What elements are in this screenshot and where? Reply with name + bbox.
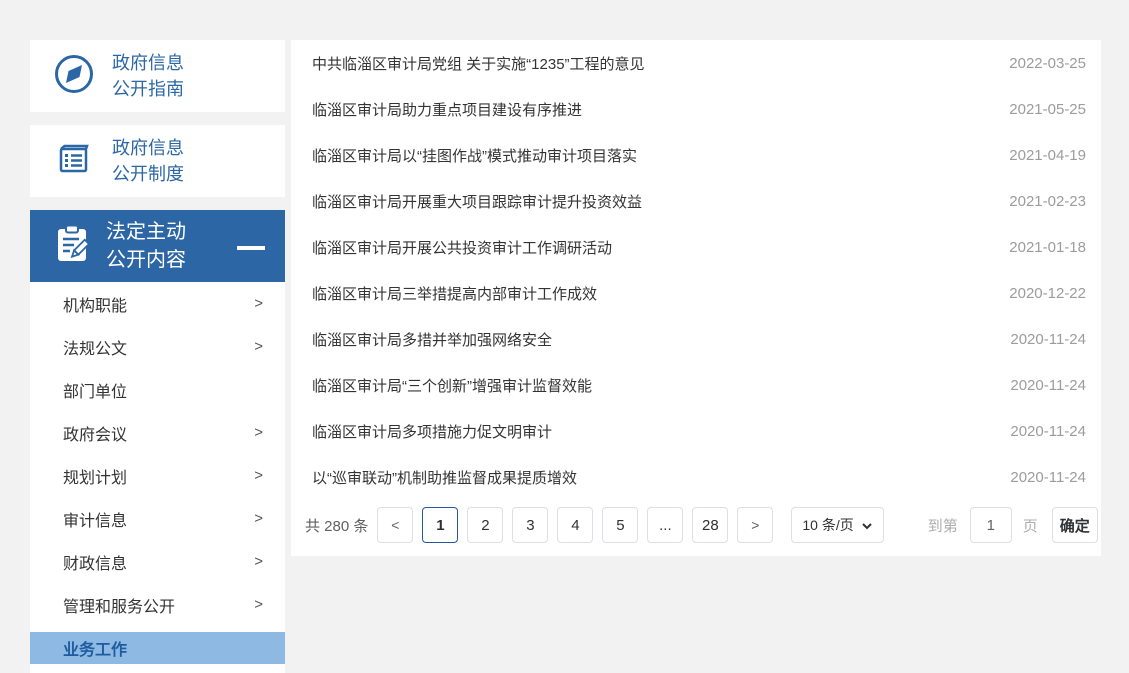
sidebar-item-regulations[interactable]: 法规公文 > [30, 325, 285, 368]
article-link[interactable]: 临淄区审计局“三个创新”增强审计监督效能 [312, 375, 592, 396]
article-date: 2020-11-24 [1010, 469, 1086, 486]
chevron-down-icon [861, 517, 873, 533]
article-date: 2020-12-22 [1009, 285, 1086, 302]
article-date: 2021-05-25 [1009, 101, 1086, 118]
clipboard-pen-icon [52, 222, 92, 271]
list-item[interactable]: 临淄区审计局以“挂图作战”模式推动审计项目落实 2021-04-19 [312, 132, 1086, 178]
sidebar-item-system[interactable]: 政府信息 公开制度 [30, 125, 285, 197]
sidebar-item-fiscal-info[interactable]: 财政信息 > [30, 540, 285, 583]
list-item[interactable]: 临淄区审计局开展重大项目跟踪审计提升投资效益 2021-02-23 [312, 178, 1086, 224]
sidebar-item-guide-label: 政府信息 公开指南 [112, 50, 184, 102]
list-item[interactable]: 中共临淄区审计局党组 关于实施“1235”工程的意见 2022-03-25 [312, 40, 1086, 86]
article-link[interactable]: 以“巡审联动”机制助推监督成果提质增效 [312, 467, 577, 488]
list-item[interactable]: 临淄区审计局“三个创新”增强审计监督效能 2020-11-24 [312, 362, 1086, 408]
article-date: 2020-11-24 [1010, 423, 1086, 440]
chevron-right-icon: > [254, 338, 263, 355]
goto-page-label: 到第 [928, 515, 958, 536]
minus-collapse-icon[interactable] [237, 246, 265, 250]
page-button-28[interactable]: 28 [692, 507, 728, 543]
article-link[interactable]: 临淄区审计局三举措提高内部审计工作成效 [312, 283, 597, 304]
article-link[interactable]: 临淄区审计局多项措施力促文明审计 [312, 421, 552, 442]
sidebar-item-management-services[interactable]: 管理和服务公开 > [30, 583, 285, 626]
article-link[interactable]: 临淄区审计局开展重大项目跟踪审计提升投资效益 [312, 191, 642, 212]
list-item[interactable]: 临淄区审计局三举措提高内部审计工作成效 2020-12-22 [312, 270, 1086, 316]
article-link[interactable]: 临淄区审计局多措并举加强网络安全 [312, 329, 552, 350]
chevron-right-icon: > [254, 424, 263, 441]
page-button-3[interactable]: 3 [512, 507, 548, 543]
total-count-label: 共 280 条 [305, 515, 368, 536]
article-link[interactable]: 临淄区审计局助力重点项目建设有序推进 [312, 99, 582, 120]
chevron-right-icon: > [254, 553, 263, 570]
sidebar-item-guide[interactable]: 政府信息 公开指南 [30, 40, 285, 112]
article-link[interactable]: 临淄区审计局开展公共投资审计工作调研活动 [312, 237, 612, 258]
page-button-5[interactable]: 5 [602, 507, 638, 543]
article-list: 中共临淄区审计局党组 关于实施“1235”工程的意见 2022-03-25 临淄… [291, 40, 1101, 500]
sidebar: 政府信息 公开指南 政府信息 公开制度 [30, 40, 285, 673]
sidebar-item-business-work[interactable]: 业务工作 [30, 632, 285, 664]
next-page-button[interactable]: > [737, 507, 773, 543]
chevron-right-icon: > [254, 467, 263, 484]
list-item[interactable]: 临淄区审计局多项措施力促文明审计 2020-11-24 [312, 408, 1086, 454]
page-button-1[interactable]: 1 [422, 507, 458, 543]
pagination-bar: 共 280 条 < 1 2 3 4 5 ... 28 > 10 条/页 到第 页… [291, 507, 1101, 543]
list-item[interactable]: 临淄区审计局助力重点项目建设有序推进 2021-05-25 [312, 86, 1086, 132]
goto-page-unit-label: 页 [1023, 515, 1038, 536]
sidebar-item-system-label: 政府信息 公开制度 [112, 135, 184, 187]
page-size-select[interactable]: 10 条/页 [791, 507, 883, 543]
article-date: 2022-03-25 [1009, 55, 1086, 72]
page-ellipsis-button[interactable]: ... [647, 507, 683, 543]
confirm-button[interactable]: 确定 [1052, 507, 1098, 543]
list-item[interactable]: 临淄区审计局开展公共投资审计工作调研活动 2021-01-18 [312, 224, 1086, 270]
sidebar-item-departments[interactable]: 部门单位 [30, 368, 285, 411]
chevron-left-icon: < [391, 517, 399, 533]
sidebar-item-gov-meetings[interactable]: 政府会议 > [30, 411, 285, 454]
chevron-right-icon: > [751, 517, 759, 533]
sidebar-item-planning[interactable]: 规划计划 > [30, 454, 285, 497]
article-link[interactable]: 临淄区审计局以“挂图作战”模式推动审计项目落实 [312, 145, 637, 166]
list-item[interactable]: 临淄区审计局多措并举加强网络安全 2020-11-24 [312, 316, 1086, 362]
article-date: 2021-01-18 [1009, 239, 1086, 256]
sidebar-item-org-functions[interactable]: 机构职能 > [30, 282, 285, 325]
article-date: 2020-11-24 [1010, 377, 1086, 394]
sidebar-item-audit-info[interactable]: 审计信息 > [30, 497, 285, 540]
chevron-right-icon: > [254, 295, 263, 312]
page-button-4[interactable]: 4 [557, 507, 593, 543]
prev-page-button[interactable]: < [377, 507, 413, 543]
list-item[interactable]: 以“巡审联动”机制助推监督成果提质增效 2020-11-24 [312, 454, 1086, 500]
compass-icon [52, 52, 96, 101]
article-date: 2021-02-23 [1009, 193, 1086, 210]
sidebar-section-label: 法定主动 公开内容 [106, 218, 186, 274]
book-icon [52, 137, 96, 186]
goto-page-input[interactable] [970, 507, 1012, 543]
chevron-right-icon: > [254, 510, 263, 527]
article-date: 2021-04-19 [1009, 147, 1086, 164]
sidebar-menu: 机构职能 > 法规公文 > 部门单位 政府会议 > 规划计划 > 审计信息 > … [30, 282, 285, 673]
article-link[interactable]: 中共临淄区审计局党组 关于实施“1235”工程的意见 [312, 53, 645, 74]
page-button-2[interactable]: 2 [467, 507, 503, 543]
chevron-right-icon: > [254, 596, 263, 613]
article-list-panel: 中共临淄区审计局党组 关于实施“1235”工程的意见 2022-03-25 临淄… [291, 40, 1101, 556]
sidebar-section-legal-disclosure[interactable]: 法定主动 公开内容 [30, 210, 285, 282]
article-date: 2020-11-24 [1010, 331, 1086, 348]
